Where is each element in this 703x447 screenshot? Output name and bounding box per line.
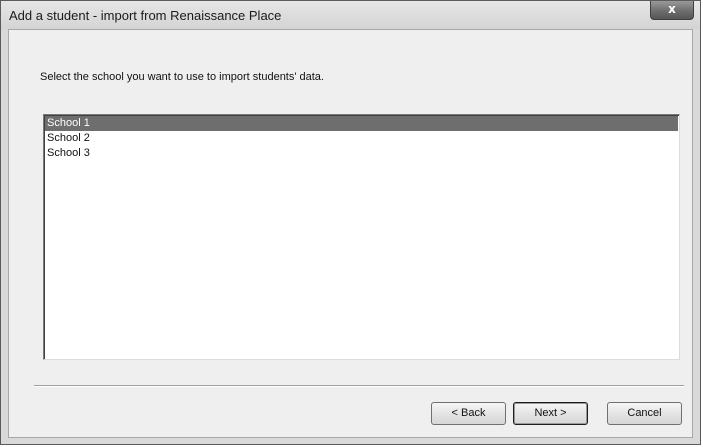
dialog-window: Add a student - import from Renaissance …: [0, 0, 701, 445]
next-button[interactable]: Next >: [513, 402, 588, 425]
window-title: Add a student - import from Renaissance …: [9, 8, 282, 23]
cancel-button[interactable]: Cancel: [607, 402, 682, 425]
title-bar[interactable]: Add a student - import from Renaissance …: [1, 1, 700, 29]
school-listbox[interactable]: School 1 School 2 School 3: [43, 114, 680, 360]
list-item-school-1[interactable]: School 1: [45, 116, 678, 131]
instruction-text: Select the school you want to use to imp…: [40, 71, 324, 83]
dialog-body: Select the school you want to use to imp…: [8, 29, 693, 438]
close-icon: x: [668, 2, 676, 16]
close-button[interactable]: x: [650, 1, 694, 20]
list-item-school-3[interactable]: School 3: [45, 146, 678, 161]
list-item-school-2[interactable]: School 2: [45, 131, 678, 146]
separator: [34, 385, 684, 387]
back-button[interactable]: < Back: [431, 402, 506, 425]
